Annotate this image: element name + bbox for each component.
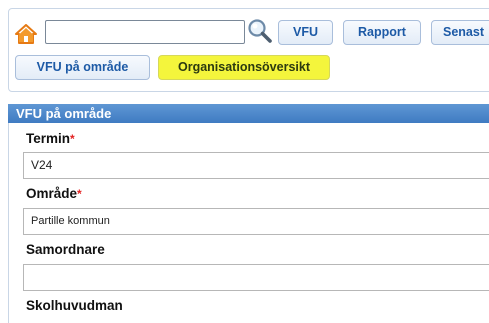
vfu-button[interactable]: VFU	[278, 20, 333, 45]
termin-field[interactable]: V24	[23, 152, 489, 179]
termin-label-text: Termin	[26, 131, 71, 146]
omrade-field[interactable]: Partille kommun	[23, 208, 489, 235]
section-title: VFU på område	[8, 104, 489, 123]
omrade-label: Område*	[26, 186, 82, 201]
rapport-button[interactable]: Rapport	[343, 20, 421, 45]
omrade-label-text: Område	[26, 186, 78, 201]
samordnare-label: Samordnare	[26, 242, 105, 257]
senast-button[interactable]: Senast	[431, 20, 489, 45]
search-icon[interactable]	[247, 18, 273, 44]
required-marker: *	[77, 187, 82, 201]
termin-label: Termin*	[26, 131, 75, 146]
organisationsoversikt-button[interactable]: Organisationsöversikt	[158, 55, 330, 80]
skolhuvudman-label: Skolhuvudman	[26, 298, 123, 313]
required-marker: *	[70, 132, 75, 146]
samordnare-field[interactable]	[23, 264, 489, 291]
home-icon[interactable]	[15, 24, 37, 44]
vfu-omrade-button[interactable]: VFU på område	[15, 55, 150, 80]
search-input[interactable]	[45, 20, 245, 44]
